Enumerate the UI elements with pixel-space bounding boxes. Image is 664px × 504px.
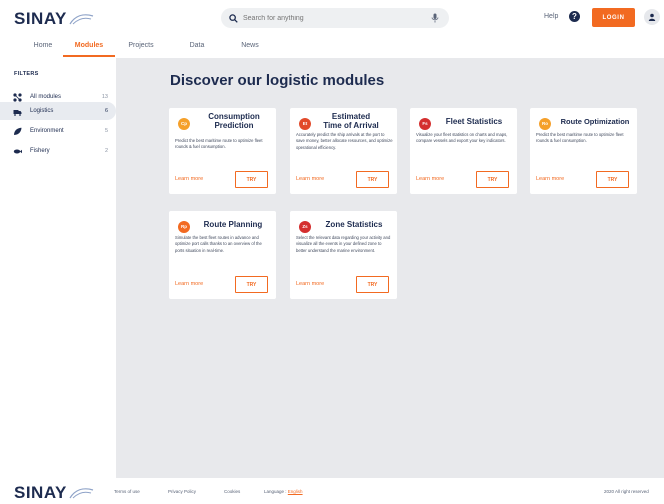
filter-label: Environment <box>30 128 64 134</box>
wave-logo-icon <box>69 488 94 499</box>
module-description: Accurately predict the ship arrivals at … <box>296 132 393 150</box>
search-icon <box>229 13 238 23</box>
try-button[interactable]: TRY <box>235 276 268 293</box>
module-title-line2: Prediction <box>214 120 254 130</box>
active-tab-indicator <box>63 55 115 57</box>
footer-brand-name: SINAY <box>14 483 67 502</box>
cookies-link[interactable]: Cookies <box>224 489 240 494</box>
learn-more-link[interactable]: Learn more <box>296 176 324 182</box>
filters-title: FILTERS <box>14 71 39 77</box>
module-description: Predict the best maritime route to optim… <box>536 132 624 144</box>
privacy-policy-link[interactable]: Privacy Policy <box>168 489 196 494</box>
tab-home[interactable]: Home <box>30 40 56 58</box>
learn-more-link[interactable]: Learn more <box>296 281 324 287</box>
tab-news[interactable]: News <box>238 40 262 58</box>
module-title: Route Optimization <box>560 117 630 126</box>
module-card-zone-statistics[interactable]: Zs Zone Statistics Select the relevant d… <box>290 211 397 299</box>
module-badge: Zs <box>299 221 311 233</box>
try-button[interactable]: TRY <box>476 171 509 188</box>
filter-count: 6 <box>104 108 108 114</box>
module-badge: Rp <box>178 221 190 233</box>
wave-logo-icon <box>69 14 94 25</box>
filter-label: Fishery <box>30 148 50 154</box>
language-value[interactable]: English <box>288 489 303 494</box>
module-description: Predict the best maritime route to optim… <box>175 138 263 150</box>
user-icon <box>648 13 656 21</box>
filters-sidebar: FILTERS All modules 13 Logistics 6 Envir… <box>0 58 116 478</box>
learn-more-link[interactable]: Learn more <box>175 281 203 287</box>
fishery-icon <box>13 149 22 153</box>
microphone-icon[interactable] <box>431 13 439 23</box>
module-card-route-planning[interactable]: Rp Route Planning Simulate the best flee… <box>169 211 276 299</box>
tab-projects[interactable]: Projects <box>126 40 156 58</box>
filter-environment[interactable]: Environment 5 <box>0 122 116 140</box>
language-label: Language : <box>264 489 287 494</box>
module-card-estimated-time-of-arrival[interactable]: Et Estimated Time of Arrival Accurately … <box>290 108 397 194</box>
help-icon[interactable]: ? <box>569 11 580 22</box>
module-title-line2: Time of Arrival <box>323 120 379 130</box>
logistics-icon <box>13 109 22 116</box>
page-title: Discover our logistic modules <box>170 72 385 89</box>
module-title: Consumption Prediction <box>195 112 273 130</box>
top-header: SINAY Help ? LOGIN <box>0 0 664 40</box>
module-card-consumption-prediction[interactable]: Cp Consumption Prediction Predict the be… <box>169 108 276 194</box>
module-description: Visualize your fleet statistics on chart… <box>416 132 508 144</box>
module-card-route-optimization[interactable]: Ro Route Optimization Predict the best m… <box>530 108 637 194</box>
filter-count: 2 <box>104 148 108 154</box>
learn-more-link[interactable]: Learn more <box>536 176 564 182</box>
module-title: Fleet Statistics <box>445 117 503 126</box>
try-button[interactable]: TRY <box>356 171 389 188</box>
all-modules-icon <box>13 92 22 102</box>
user-avatar[interactable] <box>644 9 660 25</box>
modules-panel: Discover our logistic modules Cp Consump… <box>116 58 664 478</box>
brand-name: SINAY <box>14 9 67 28</box>
filter-logistics[interactable]: Logistics 6 <box>0 102 116 120</box>
module-badge: Et <box>299 118 311 130</box>
filter-label: All modules <box>30 94 62 100</box>
module-description: Simulate the best fleet routes in advanc… <box>175 235 262 253</box>
filter-count: 5 <box>104 128 108 134</box>
terms-of-use-link[interactable]: Terms of use <box>114 489 140 494</box>
brand-logo[interactable]: SINAY <box>14 9 95 29</box>
module-title: Route Planning <box>203 220 263 229</box>
module-title: Zone Statistics <box>325 220 383 229</box>
module-description: Select the relevant data regarding your … <box>296 235 391 253</box>
search-bar[interactable] <box>221 8 449 28</box>
module-card-fleet-statistics[interactable]: Fs Fleet Statistics Visualize your fleet… <box>410 108 517 194</box>
filter-fishery[interactable]: Fishery 2 <box>0 142 116 160</box>
module-badge: Cp <box>178 118 190 130</box>
filter-label: Logistics <box>30 108 54 114</box>
try-button[interactable]: TRY <box>596 171 629 188</box>
login-button[interactable]: LOGIN <box>592 8 635 27</box>
try-button[interactable]: TRY <box>356 276 389 293</box>
language-selector[interactable]: Language : English <box>264 489 303 494</box>
learn-more-link[interactable]: Learn more <box>416 176 444 182</box>
module-badge: Ro <box>539 118 551 130</box>
environment-icon <box>14 127 22 135</box>
help-link[interactable]: Help <box>544 13 558 20</box>
module-title: Estimated Time of Arrival <box>316 112 386 130</box>
try-button[interactable]: TRY <box>235 171 268 188</box>
page-footer: SINAY Terms of use Privacy Policy Cookie… <box>0 478 664 504</box>
footer-brand-logo[interactable]: SINAY <box>14 483 95 503</box>
search-input[interactable] <box>243 14 413 22</box>
copyright-text: 2020 All right reserved <box>604 489 649 494</box>
filter-count: 13 <box>101 94 108 100</box>
tab-data[interactable]: Data <box>186 40 208 58</box>
learn-more-link[interactable]: Learn more <box>175 176 203 182</box>
module-badge: Fs <box>419 118 431 130</box>
